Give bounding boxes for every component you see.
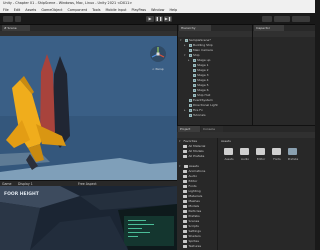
project-panel: Project Console ▾ Favorites All Material … [177, 125, 315, 250]
folder-icon[interactable] [224, 148, 233, 155]
hud-text: FOOR HEIGHT [4, 191, 40, 197]
grid-item-label: Fonts [273, 157, 281, 161]
grid-item-label: Assets [224, 157, 234, 161]
project-breadcrumb[interactable]: Assets [221, 139, 231, 143]
scene-render: < Persp [0, 36, 177, 180]
gizmo-label: < Persp [152, 67, 164, 71]
cloud-icon[interactable] [15, 16, 21, 22]
prefab-icon[interactable] [288, 148, 297, 155]
hierarchy-panel: Hierarchy ▾ SampleScene* ▸ Building Ship M… [177, 25, 252, 125]
folder-icon[interactable] [272, 148, 281, 155]
search-icon[interactable] [262, 16, 272, 22]
scene-view[interactable]: # Scene < Persp [0, 25, 177, 180]
game-view[interactable]: FOOR HEIGHT [0, 186, 177, 250]
grid-item-label: Prefabs [287, 157, 299, 161]
layers-dropdown[interactable] [274, 16, 290, 22]
game-render: FOOR HEIGHT [0, 186, 177, 250]
step-button[interactable]: ▶❚ [164, 16, 172, 22]
window-title: Unity - Chapter 01 - ShipScene - Windows… [0, 0, 315, 7]
folder-icon[interactable] [256, 148, 265, 155]
pause-button[interactable]: ❚❚ [155, 16, 163, 22]
orientation-gizmo [150, 46, 166, 62]
grid-item-label: Editor [256, 157, 266, 161]
inspector-header [253, 31, 315, 37]
hierarchy-search[interactable] [178, 31, 252, 37]
play-button[interactable]: ▶ [146, 16, 154, 22]
favorite-item[interactable]: All Prefabs [183, 154, 204, 159]
folder-icon[interactable] [240, 148, 249, 155]
main-toolbar: ▶ ❚❚ ▶❚ [0, 13, 315, 25]
project-toolbar [177, 132, 315, 138]
layout-dropdown[interactable] [292, 16, 310, 22]
inspector-panel: Inspector [252, 25, 315, 125]
asset-folder[interactable]: Textures [183, 244, 201, 249]
hierarchy-item[interactable]: Tutorials [184, 113, 206, 118]
account-button[interactable] [3, 16, 13, 22]
project-divider [217, 138, 218, 250]
grid-item-label: Audio [241, 157, 249, 161]
